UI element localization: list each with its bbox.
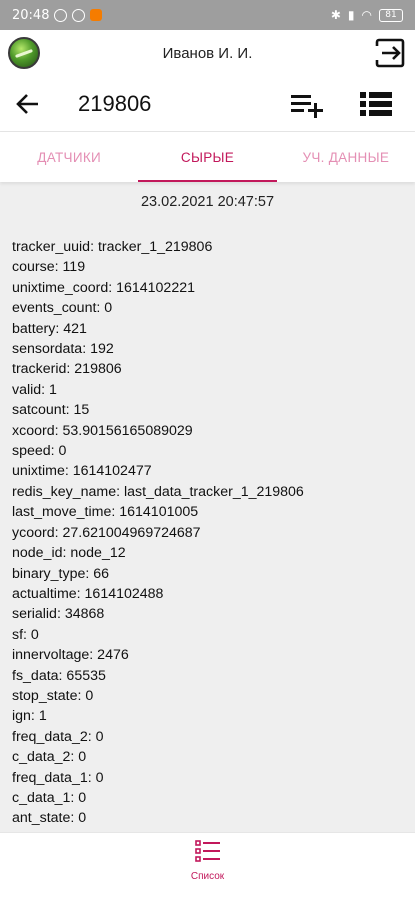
raw-data-row: redis_key_name: last_data_tracker_1_2198… [12, 483, 304, 500]
clock-icon [72, 8, 86, 22]
bluetooth-icon: ✱ [330, 8, 341, 22]
playlist-add-icon[interactable] [289, 90, 325, 120]
tab-sensors[interactable]: ДАТЧИКИ [0, 132, 138, 182]
raw-data-row: sf: 0 [12, 626, 39, 643]
raw-data-row: serialid: 34868 [12, 606, 105, 623]
page-title: 219806 [78, 91, 152, 116]
raw-data-row: speed: 0 [12, 443, 67, 460]
raw-data-row: actualtime: 1614102488 [12, 585, 164, 602]
raw-data-row: binary_type: 66 [12, 565, 110, 582]
raw-data-row: battery: 421 [12, 320, 87, 337]
raw-data-row: ant_state: 0 [12, 810, 87, 827]
raw-data-row: node_id: node_12 [12, 545, 126, 562]
raw-data-row: freq_data_2: 0 [12, 728, 104, 745]
status-bar: 20:48 ✱ ▮ ◠ 81 [0, 0, 415, 30]
raw-data-row: ycoord: 27.621004969724687 [12, 524, 201, 541]
data-timestamp: 23.02.2021 20:47:57 [140, 194, 275, 210]
raw-data-row: c_data_2: 0 [12, 749, 87, 766]
checklist-icon [194, 840, 220, 862]
raw-data-row: xcoord: 53.90156165089029 [12, 422, 193, 439]
raw-data-row: unixtime_coord: 1614102221 [12, 279, 195, 296]
bottom-navigation: Список [0, 832, 415, 886]
raw-data-row: stop_state: 0 [12, 687, 94, 704]
system-nav-area [0, 886, 415, 900]
raw-data-row: freq_data_1: 0 [12, 769, 104, 786]
raw-data-row: satcount: 15 [12, 402, 90, 419]
raw-data-row: fs_data: 65535 [12, 667, 106, 684]
nav-item-list[interactable]: Список [168, 839, 248, 882]
raw-data-panel[interactable]: 23.02.2021 20:47:57 tracker_uuid: tracke… [0, 182, 415, 832]
raw-data-row: course: 119 [12, 259, 86, 276]
signal-icon: ▮ [347, 8, 355, 22]
app-notification-icon [90, 9, 103, 21]
raw-data-row: trackerid: 219806 [12, 361, 122, 378]
tab-bar: ДАТЧИКИ СЫРЫЕ УЧ. ДАННЫЕ [0, 132, 415, 182]
user-header: Иванов И. И. [0, 30, 415, 76]
raw-data-row: last_move_time: 1614101005 [12, 504, 199, 521]
toolbar: 219806 [0, 76, 415, 132]
raw-data-row: innervoltage: 2476 [12, 647, 129, 664]
raw-data-list: tracker_uuid: tracker_1_219806 course: 11… [12, 237, 403, 829]
raw-data-row: valid: 1 [12, 381, 57, 398]
logout-icon[interactable] [373, 36, 407, 70]
raw-data-row: tracker_uuid: tracker_1_219806 [12, 239, 213, 255]
raw-data-row: unixtime: 1614102477 [12, 463, 152, 480]
tab-raw[interactable]: СЫРЫЕ [138, 132, 277, 182]
back-arrow-icon[interactable] [14, 90, 42, 118]
raw-data-row: c_data_1: 0 [12, 789, 87, 806]
battery-icon: 81 [379, 8, 403, 22]
raw-data-row: events_count: 0 [12, 300, 113, 317]
user-name: Иванов И. И. [162, 44, 253, 62]
wifi-icon: ◠ [361, 8, 372, 22]
tab-accounting-data[interactable]: УЧ. ДАННЫЕ [277, 132, 415, 182]
raw-data-row: sensordata: 192 [12, 341, 114, 358]
nav-item-list-label: Список [190, 871, 225, 882]
list-view-icon[interactable] [359, 90, 393, 118]
alarm-icon [54, 8, 68, 22]
status-time: 20:48 [12, 7, 50, 23]
raw-data-row: ign: 1 [12, 708, 47, 725]
